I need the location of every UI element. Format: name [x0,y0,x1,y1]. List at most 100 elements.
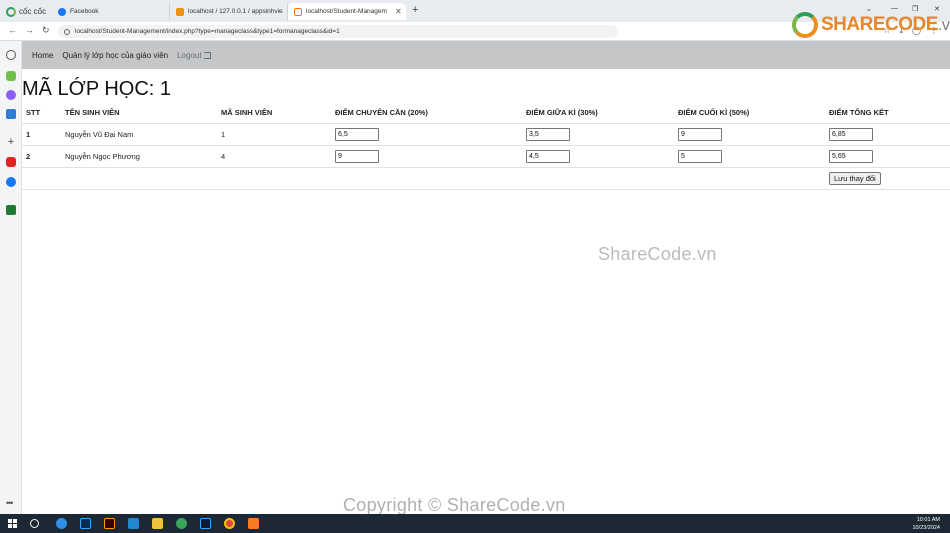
watermark-copyright: Copyright © ShareCode.vn [343,495,566,515]
empty-cell [331,167,522,190]
header-final: ĐIỂM CUỐI KÌ (50%) [674,103,825,124]
address-text: localhost/Student-Management/index.php?t… [75,28,340,35]
history-icon[interactable] [6,50,16,60]
logout-icon [203,51,211,59]
tab-title: Facebook [70,8,99,15]
search-icon[interactable] [30,519,39,528]
midterm-score-input[interactable] [526,127,570,141]
logout-label: Logout [177,50,202,60]
page-icon [294,7,302,16]
header-stt: STT [22,103,61,124]
nav-manage-classes-link[interactable]: Quản lý lớp học của giáo viên [62,51,168,60]
row-student-id: 4 [217,145,331,168]
row-student-name: Nguyễn Ngọc Phương [61,145,217,168]
header-student-name: TÊN SINH VIÊN [61,103,217,124]
save-changes-button[interactable]: Lưu thay đổi [829,171,881,185]
clock-date: 10/23/2024 [912,525,940,531]
more-icon[interactable]: ••• [6,498,14,508]
nav-home-link[interactable]: Home [32,51,53,60]
total-score-input[interactable] [829,127,873,141]
header-attendance: ĐIỂM CHUYÊN CẦN (20%) [331,103,522,124]
illustrator-icon[interactable] [104,518,115,529]
chart-icon[interactable] [6,109,16,119]
row-total-cell [825,145,950,168]
forward-icon[interactable]: → [25,25,34,35]
excel-icon[interactable] [6,205,16,215]
empty-cell [22,167,61,190]
sharecode-logo-icon [792,12,818,38]
final-score-input[interactable] [678,127,722,141]
xampp-icon[interactable] [248,518,259,529]
facebook-icon [58,7,66,16]
row-stt: 2 [22,145,61,168]
minimize-icon[interactable]: — [891,5,898,12]
file-explorer-icon[interactable] [152,518,163,529]
table-row: 2 Nguyễn Ngọc Phương 4 [22,145,950,168]
zalo-icon[interactable] [56,518,67,529]
youtube-icon[interactable] [6,157,16,167]
tab-student-management[interactable]: localhost/Student-Managem ✕ [288,3,406,20]
tab-facebook[interactable]: Facebook [52,3,170,20]
final-score-input[interactable] [678,149,722,163]
table-row: 1 Nguyễn Vũ Đại Nam 1 [22,123,950,146]
coccoc-taskbar-icon[interactable] [176,518,187,529]
lightroom-icon[interactable] [200,518,211,529]
nav-logout-link[interactable]: Logout [177,50,211,60]
add-icon[interactable]: + [6,137,16,148]
row-midterm-cell [522,145,674,168]
row-stt: 1 [22,123,61,146]
photoshop-icon[interactable] [80,518,91,529]
header-total: ĐIỂM TỔNG KẾT [825,103,950,124]
messenger-icon[interactable] [6,90,16,100]
tab-phpmyadmin[interactable]: localhost / 127.0.0.1 / appsinhvie [170,3,288,20]
header-student-id: MÃ SINH VIÊN [217,103,331,124]
clock-time: 10:01 AM [916,517,940,523]
total-score-input[interactable] [829,149,873,163]
row-attendance-cell [331,145,522,168]
row-final-cell [674,145,825,168]
midterm-score-input[interactable] [526,149,570,163]
coccoc-logo-icon [6,6,16,17]
empty-cell [217,167,331,190]
screen: cốc cốc Facebook localhost / 127.0.0.1 /… [0,0,950,533]
ai-assistant-icon[interactable] [6,71,16,81]
close-icon[interactable]: ✕ [395,7,402,16]
row-student-id: 1 [217,123,331,146]
taskbar-clock[interactable]: 10:01 AM 10/23/2024 [912,516,940,532]
row-total-cell [825,123,950,146]
address-bar[interactable]: localhost/Student-Management/index.php?t… [58,25,618,38]
empty-cell [522,167,674,190]
empty-cell [674,167,825,190]
browser-brand[interactable]: cốc cốc [6,5,46,18]
site-info-icon[interactable] [64,28,70,35]
table-header-row: STT TÊN SINH VIÊN MÃ SINH VIÊN ĐIỂM CHUY… [22,103,950,124]
browser-brand-label: cốc cốc [19,7,47,16]
save-cell: Lưu thay đổi [825,167,950,190]
facebook-sidebar-icon[interactable] [6,177,16,187]
row-midterm-cell [522,123,674,146]
attendance-score-input[interactable] [335,127,379,141]
new-tab-button[interactable]: + [412,4,418,16]
tab-title: localhost/Student-Managem [306,8,387,15]
table-actions-row: Lưu thay đổi [22,167,950,190]
grades-table: STT TÊN SINH VIÊN MÃ SINH VIÊN ĐIỂM CHUY… [22,103,950,190]
browser-sidebar: + ••• [0,41,22,514]
windows-start-icon[interactable] [8,519,17,528]
row-attendance-cell [331,123,522,146]
phpmyadmin-icon [176,7,184,16]
reload-icon[interactable]: ↻ [42,25,50,36]
chrome-icon[interactable] [224,518,235,529]
page-title: MÃ LỚP HỌC: 1 [22,78,172,100]
attendance-score-input[interactable] [335,149,379,163]
sharecode-logo-text: SHARECODE.vn [821,14,950,36]
back-icon[interactable]: ← [8,25,17,35]
sharecode-watermark-logo: SHARECODE.vn [792,12,950,38]
app-navbar: Home Quản lý lớp học của giáo viên Logou… [22,41,950,69]
header-midterm: ĐIỂM GIỮA KÌ (30%) [522,103,674,124]
windows-taskbar: 10:01 AM 10/23/2024 [0,514,950,533]
row-student-name: Nguyễn Vũ Đại Nam [61,123,217,146]
empty-cell [61,167,217,190]
logo-main-text: SHARECODE [821,14,938,35]
vscode-icon[interactable] [128,518,139,529]
watermark-middle: ShareCode.vn [598,244,717,264]
